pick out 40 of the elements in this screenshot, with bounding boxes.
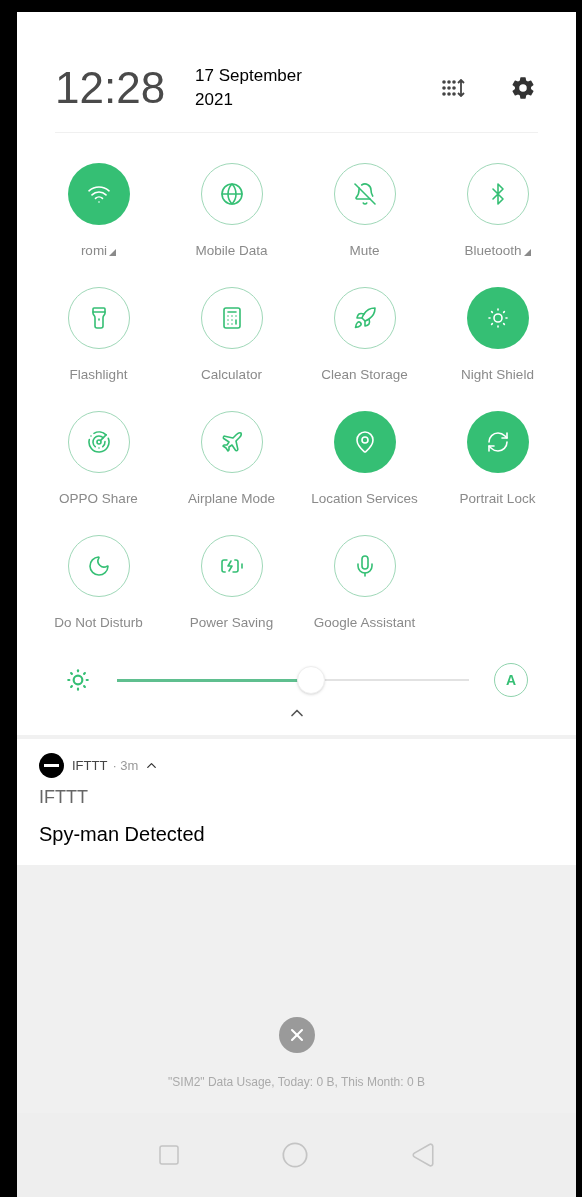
toggle-label: romi <box>80 243 108 257</box>
grid-sort-icon <box>441 79 465 97</box>
radar-icon <box>86 430 111 454</box>
globe-icon <box>219 182 244 206</box>
notification-text: Spy-man Detected <box>39 822 206 847</box>
sun-icon <box>485 306 510 330</box>
toggle-label: Mobile Data <box>195 243 268 257</box>
toggle-label: Night Shield <box>461 367 534 381</box>
settings-icon <box>511 76 535 100</box>
moon-icon <box>86 554 111 578</box>
toggle-label: Airplane Mode <box>187 491 276 505</box>
toggle-label: Flashlight <box>69 367 128 381</box>
toggle-label: Calculator <box>201 367 262 381</box>
toggle-label: Bluetooth <box>464 243 522 257</box>
recents-button[interactable] <box>157 1143 182 1167</box>
brightness-icon <box>65 667 91 693</box>
toggle-label: Location Services <box>311 491 418 505</box>
toggle-label: Google Assistant <box>313 615 416 629</box>
app-logo-icon <box>39 753 64 778</box>
clear-all-button[interactable] <box>278 1017 315 1053</box>
toggle-label: OPPO Share <box>59 491 138 505</box>
app-name: IFTTT <box>72 756 108 775</box>
toggle-label: Portrait Lock <box>459 491 536 505</box>
notification-time: · 3m <box>112 756 139 775</box>
toggle-label: Do Not Disturb <box>54 615 143 629</box>
rocket-icon <box>352 306 377 330</box>
brightness-slider[interactable] <box>117 665 469 695</box>
toggle-label: Mute <box>349 243 380 257</box>
toggle-label: Clean Storage <box>321 367 408 381</box>
rotation-icon <box>485 430 510 454</box>
bell-off-icon <box>352 182 377 206</box>
data-usage-text: "SIM2" Data Usage, Today: 0 B, This Month: 0 B <box>168 1074 425 1091</box>
toggle-label: Power Saving <box>189 615 274 629</box>
slider-thumb[interactable] <box>296 666 325 694</box>
date-text: 17 September 2021 <box>195 65 303 111</box>
settings-button[interactable] <box>510 75 536 101</box>
clock-time: 12:28 <box>55 66 166 110</box>
home-button[interactable] <box>281 1141 310 1169</box>
notification-title: IFTTT <box>39 786 89 809</box>
airplane-icon <box>219 430 244 454</box>
